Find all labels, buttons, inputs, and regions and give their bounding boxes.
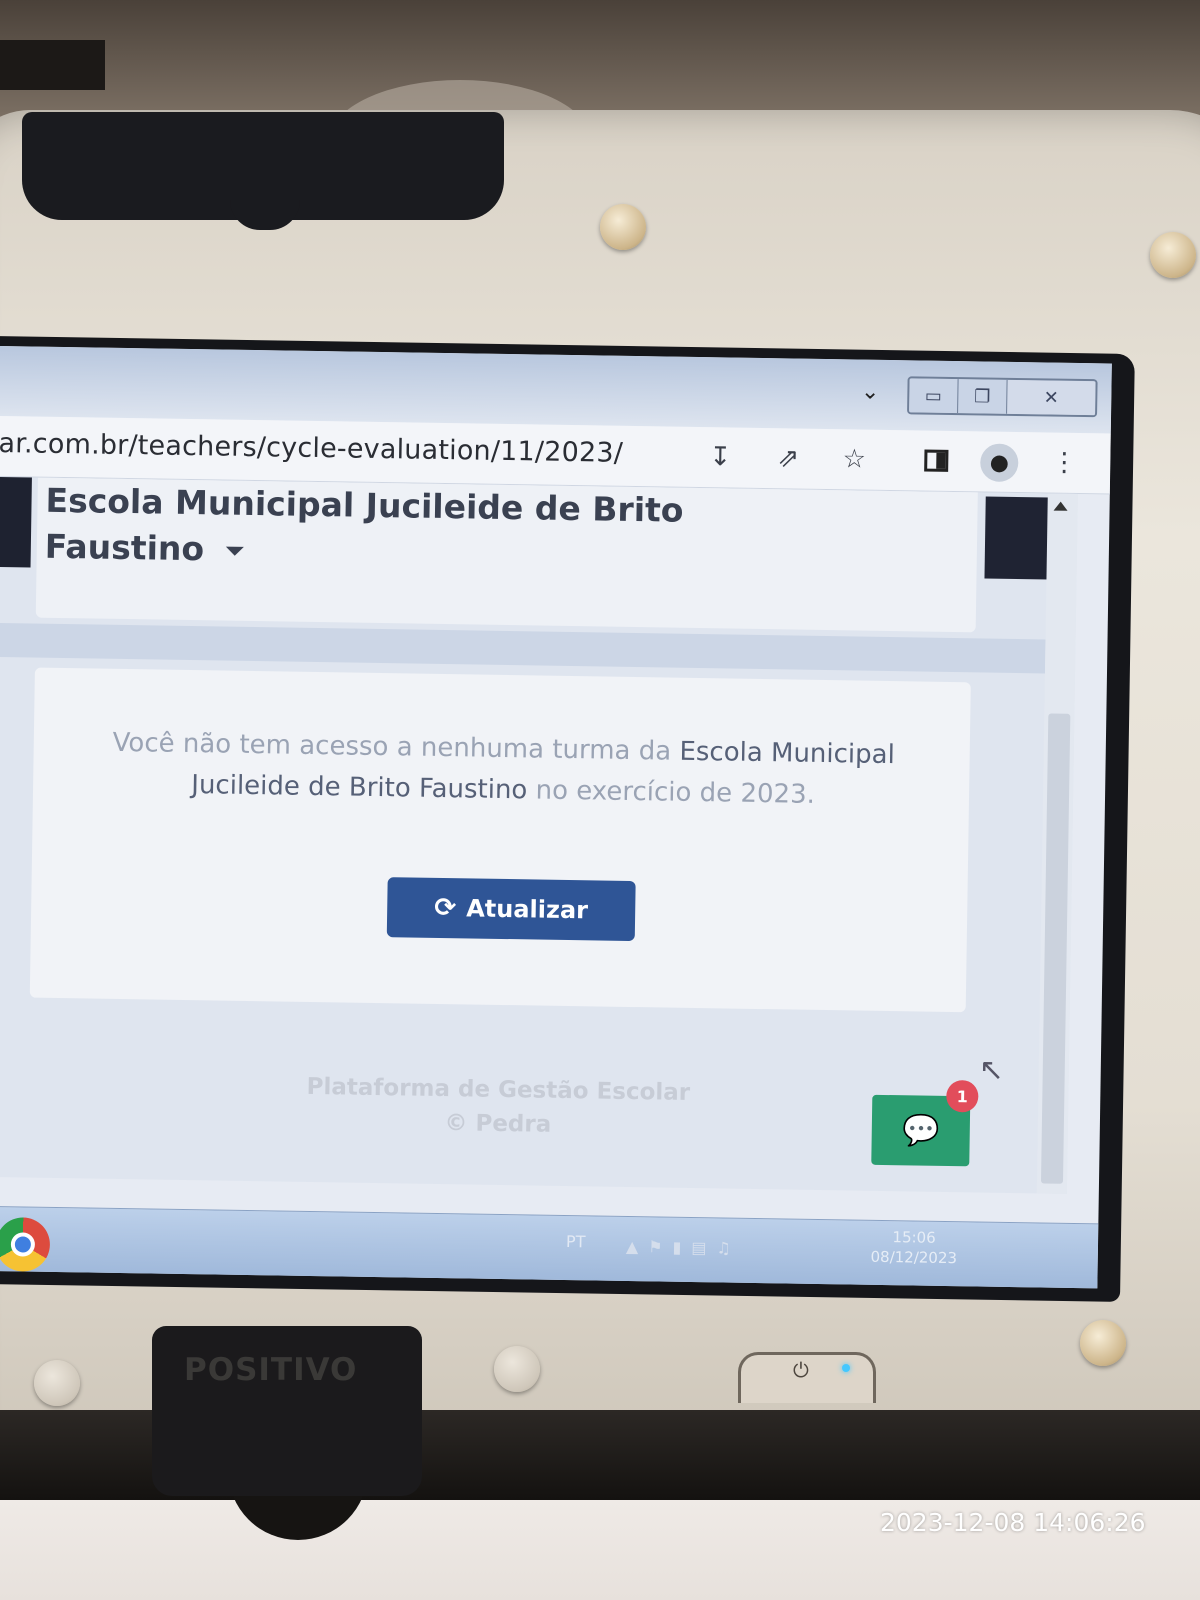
no-access-message: Você não tem acesso a nenhuma turma da E… (103, 723, 904, 818)
profile-icon[interactable]: ● (979, 443, 1019, 483)
screen: ⌄ ▭ ❐ ✕ ar.com.br/teachers/cycle-evaluat… (0, 346, 1112, 1289)
restore-icon[interactable]: ❐ (957, 379, 1007, 414)
star-icon[interactable]: ☆ (834, 441, 875, 478)
chevron-down-icon (226, 546, 245, 556)
mouse-cursor-icon: ↖ (978, 1052, 1005, 1088)
share-icon[interactable]: ⇗ (768, 440, 809, 477)
chat-bubble-icon: 💬 (901, 1112, 940, 1149)
side-panel-icon[interactable] (916, 442, 957, 479)
chrome-icon[interactable] (0, 1217, 51, 1272)
page-content: Escola Municipal Jucileide de Brito Faus… (0, 476, 1078, 1194)
clock-time: 15:06 (892, 1228, 936, 1247)
message-prefix: Você não tem acesso a nenhuma turma da (112, 727, 672, 767)
system-tray-icons[interactable]: ▲⚑▮▤♫ (626, 1237, 741, 1258)
install-icon[interactable]: ↧ (700, 439, 741, 476)
photo-timestamp: 2023-12-08 14:06:26 (880, 1508, 1146, 1537)
language-indicator[interactable]: PT (566, 1232, 586, 1251)
school-name: Escola Municipal Jucileide de Brito Faus… (44, 480, 684, 569)
vertical-scrollbar[interactable] (1036, 493, 1078, 1194)
minimize-icon[interactable]: ▭ (909, 378, 958, 414)
scrollbar-thumb[interactable] (1040, 713, 1071, 1184)
tab-search-icon[interactable]: ⌄ (861, 380, 880, 405)
message-middle: no exercício de (535, 775, 733, 809)
power-led (842, 1364, 850, 1372)
bezel-button-bottom-center (494, 1346, 540, 1392)
background-shadow (0, 40, 105, 90)
page-footer: Plataforma de Gestão Escolar © Pedra (248, 1069, 749, 1145)
left-nav-edge (0, 476, 32, 568)
power-icon[interactable]: ⏻ (793, 1358, 809, 1382)
school-selector[interactable]: Escola Municipal Jucileide de Brito Faus… (44, 478, 745, 581)
close-icon[interactable]: ✕ (1006, 379, 1096, 416)
refresh-button-label: Atualizar (466, 894, 589, 925)
bezel-button-top (600, 204, 646, 250)
refresh-button[interactable]: ⟳ Atualizar (386, 877, 636, 942)
refresh-icon: ⟳ (434, 892, 457, 924)
message-year: 2023. (740, 778, 816, 810)
chat-notification-badge: 1 (946, 1079, 979, 1113)
bezel-button-bottom-left (34, 1360, 80, 1406)
brand-logo: POSITIVO (184, 1352, 358, 1388)
bezel-button-top-right (1150, 232, 1196, 278)
no-access-card: Você não tem acesso a nenhuma turma da E… (29, 667, 971, 1013)
scroll-up-icon[interactable] (1053, 501, 1068, 511)
window-controls: ▭ ❐ ✕ (907, 376, 1098, 418)
address-bar[interactable]: ar.com.br/teachers/cycle-evaluation/11/2… (0, 428, 623, 469)
bezel-button-bottom-right (1080, 1320, 1126, 1366)
clock-date: 08/12/2023 (870, 1247, 958, 1268)
taskbar-clock[interactable]: 15:06 08/12/2023 (854, 1227, 975, 1269)
menu-icon[interactable]: ⋮ (1044, 444, 1085, 481)
